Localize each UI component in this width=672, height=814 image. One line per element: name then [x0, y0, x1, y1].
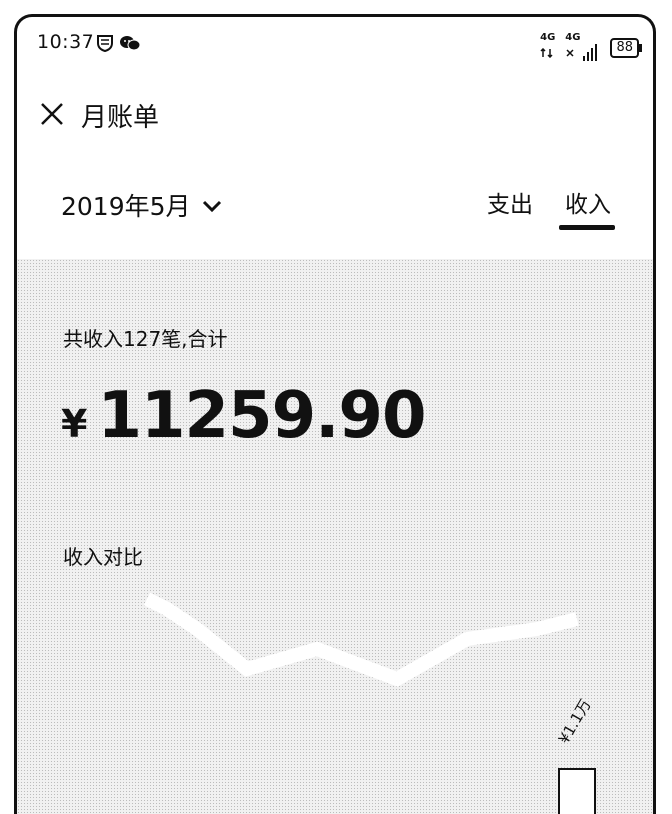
signal-bars-icon — [583, 44, 598, 61]
month-selector[interactable]: 2019年5月 — [61, 187, 223, 223]
signal-1: 4G — [540, 33, 555, 62]
status-notification-icons — [95, 33, 141, 57]
data-arrows-icon — [540, 47, 553, 59]
tab-income[interactable]: 收入 — [565, 185, 611, 219]
shield-icon — [95, 33, 115, 57]
compare-title: 收入对比 — [63, 545, 143, 569]
status-time: 10:37 — [37, 31, 95, 53]
header: 月账单 — [17, 91, 653, 151]
close-icon[interactable] — [37, 99, 67, 129]
chart-data-label: ¥1.1万 — [555, 696, 595, 747]
income-comparison-chart: ¥1.1万 — [17, 579, 653, 814]
chevron-down-icon — [201, 198, 223, 217]
summary-label: 共收入127笔,合计 — [63, 327, 228, 351]
active-tab-indicator — [559, 225, 615, 230]
network-type-2: 4G — [565, 32, 581, 43]
battery-icon: 88 — [610, 37, 642, 58]
amount-value: 11259.90 — [97, 379, 426, 453]
page-title: 月账单 — [81, 103, 160, 133]
status-bar: 10:37 4G 4G 88 — [17, 17, 653, 75]
tab-expense[interactable]: 支出 — [487, 185, 533, 219]
phone-screen: 10:37 4G 4G 88 月账单 2019年5月 支出 收入 共收入127笔… — [14, 14, 656, 814]
trend-line-highlight — [143, 592, 579, 687]
no-signal-icon — [566, 49, 574, 57]
chart-svg: ¥1.1万 — [143, 592, 596, 814]
signal-2: 4G — [565, 33, 600, 62]
total-amount: ¥ 11259.90 — [61, 379, 426, 453]
currency-symbol: ¥ — [61, 402, 88, 446]
month-label: 2019年5月 — [61, 192, 191, 221]
network-type-1: 4G — [540, 32, 556, 43]
wechat-icon — [119, 33, 141, 57]
content-panel: 共收入127笔,合计 ¥ 11259.90 收入对比 ¥1.1万 — [17, 259, 653, 814]
chart-bar[interactable] — [558, 768, 596, 814]
status-right-icons: 4G 4G 88 — [540, 33, 642, 62]
month-tab-row: 2019年5月 支出 收入 — [17, 177, 653, 257]
